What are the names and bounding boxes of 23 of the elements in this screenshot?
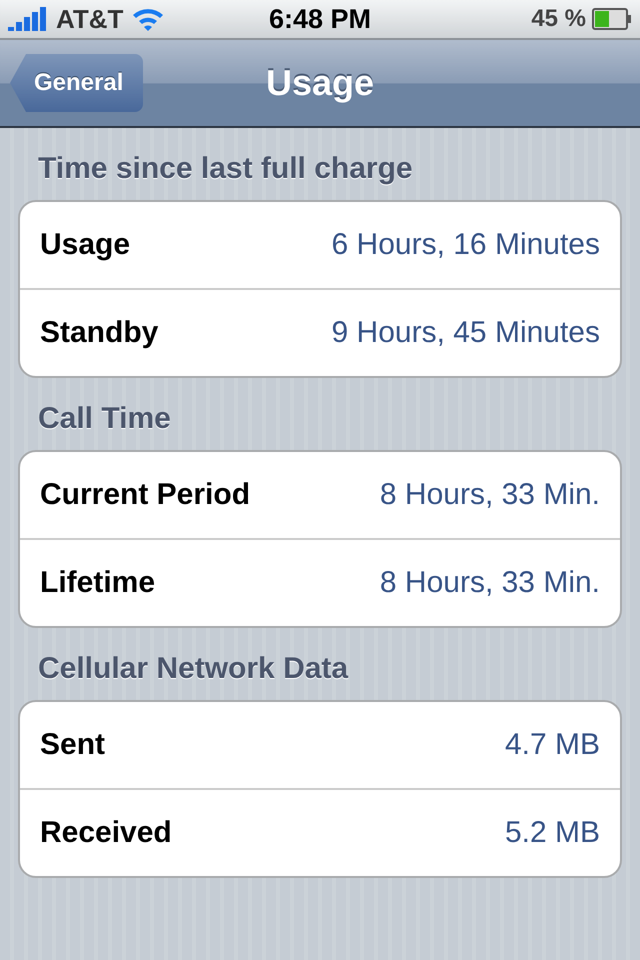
section-header: Call Time [37, 401, 172, 437]
row-label: Sent [40, 728, 106, 762]
section-header: Cellular Network Data [37, 651, 350, 687]
status-time: 6:48 PM [268, 4, 372, 34]
signal-icon [8, 7, 48, 31]
row-value: 8 Hours, 33 Min. [380, 566, 600, 600]
row-value: 4.7 MB [504, 728, 600, 762]
row-label: Current Period [40, 478, 250, 512]
section-header: Time since last full charge [37, 151, 414, 187]
back-button[interactable]: General [10, 54, 144, 112]
row-label: Standby [40, 316, 158, 350]
carrier-name: AT&T [56, 4, 124, 34]
wifi-icon [131, 6, 166, 32]
battery-percentage: 45 % [531, 5, 586, 33]
row-value: 5.2 MB [504, 816, 600, 850]
row-label: Lifetime [40, 566, 156, 600]
battery-icon [592, 8, 632, 30]
row-value: 8 Hours, 33 Min. [380, 478, 600, 512]
row-label: Usage [40, 228, 130, 262]
row-value: 6 Hours, 16 Minutes [332, 228, 600, 262]
row-value: 9 Hours, 45 Minutes [332, 316, 600, 350]
page-title: Usage [266, 62, 374, 104]
row-label: Received [40, 816, 172, 850]
